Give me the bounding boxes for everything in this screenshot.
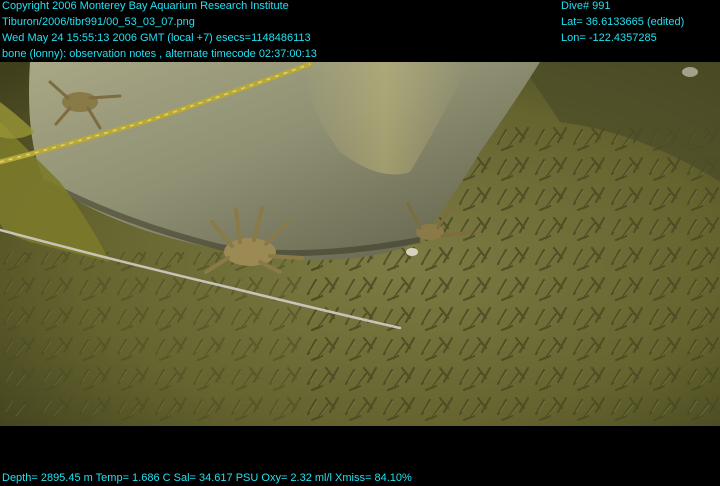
image-path-line: Tiburon/2006/tibr991/00_53_03_07.png [2, 16, 195, 28]
copyright-line: Copyright 2006 Monterey Bay Aquarium Res… [2, 0, 289, 12]
video-frame: Copyright 2006 Monterey Bay Aquarium Res… [0, 0, 720, 486]
dive-number-line: Dive# 991 [561, 0, 611, 12]
observation-notes-line: bone (lonny): observation notes , altern… [2, 48, 317, 60]
tube-worm-field-left [0, 252, 320, 426]
timestamp-line: Wed May 24 15:55:13 2006 GMT (local +7) … [2, 32, 311, 44]
seafloor-scene-image [0, 62, 720, 426]
sensor-readout-line: Depth= 2895.45 m Temp= 1.686 C Sal= 34.6… [2, 472, 412, 484]
longitude-line: Lon= -122.4357285 [561, 32, 657, 44]
latitude-line: Lat= 36.6133665 (edited) [561, 16, 685, 28]
